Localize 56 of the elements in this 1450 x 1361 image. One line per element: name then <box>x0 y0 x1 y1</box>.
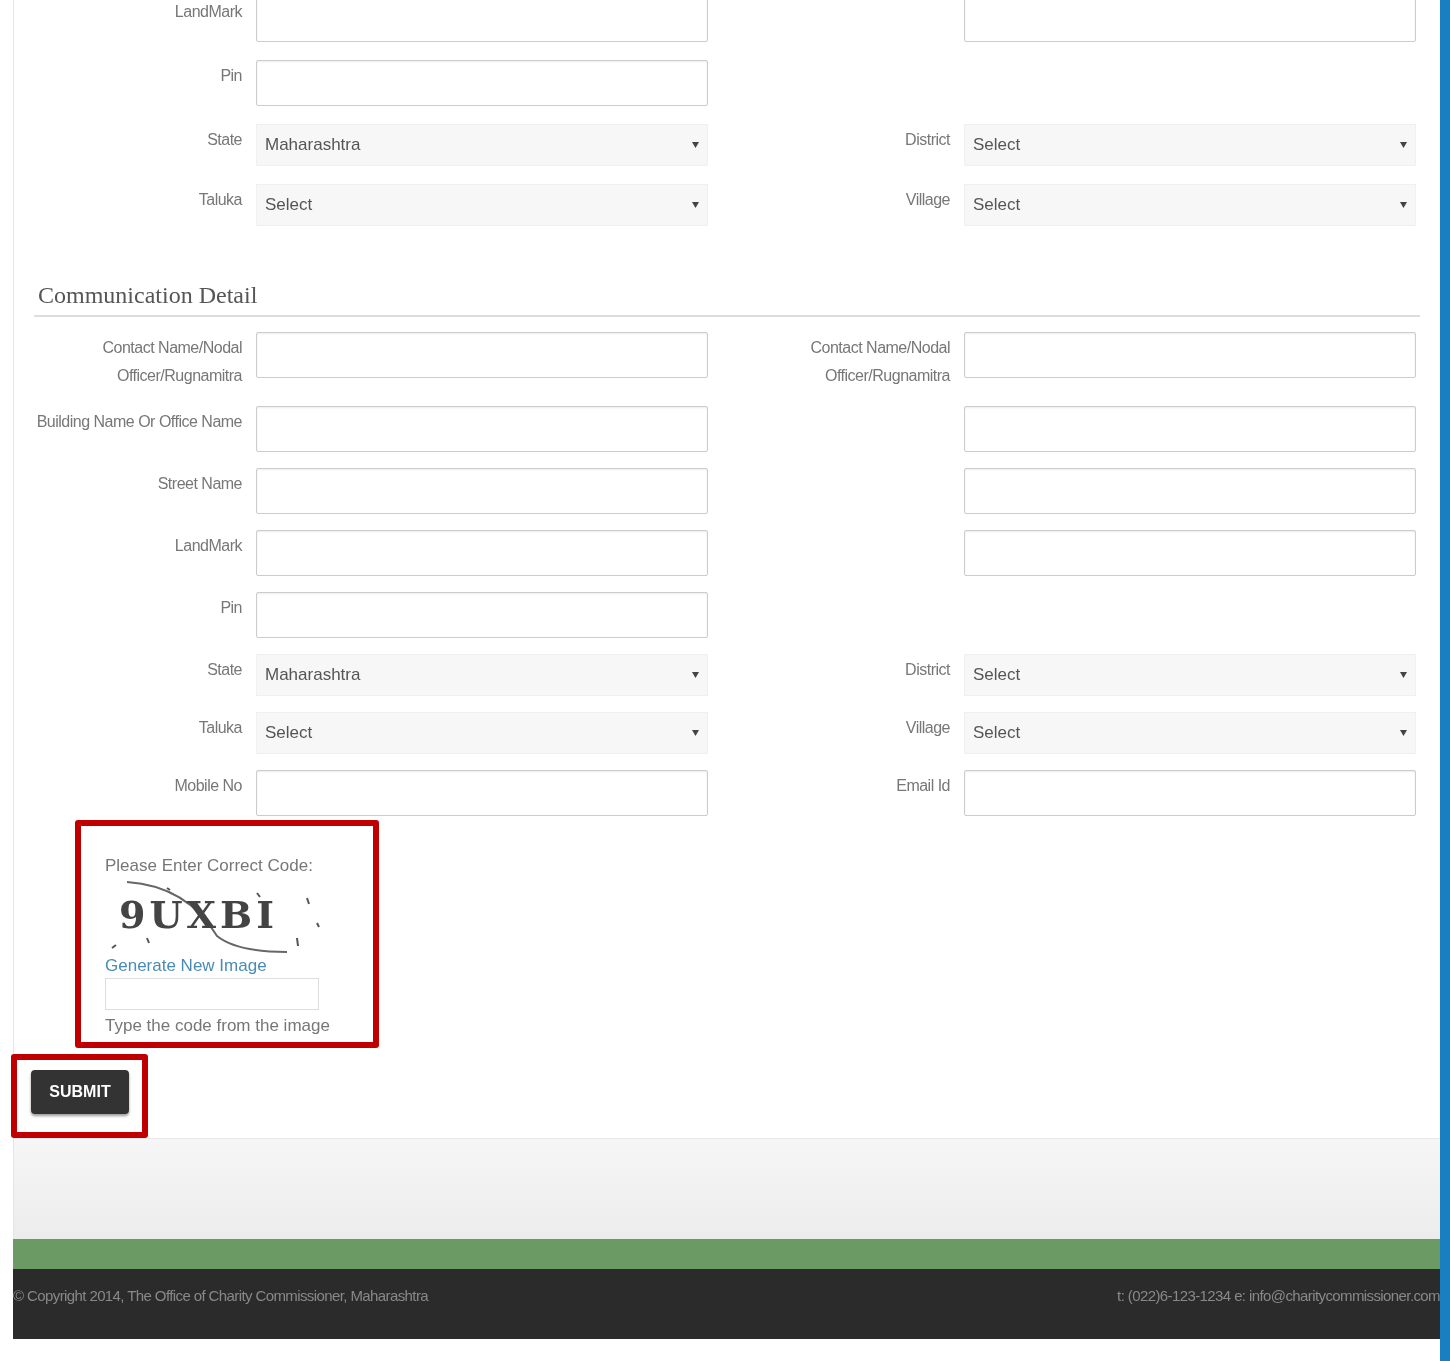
field-label: Village <box>904 190 950 210</box>
input-field[interactable] <box>964 0 1416 42</box>
caret-icon <box>692 730 699 736</box>
copyright-text: © Copyright 2014, The Office of Charity Commissioner, Maharashtra <box>13 1287 429 1306</box>
input-field[interactable] <box>964 332 1416 378</box>
input-field[interactable] <box>964 468 1416 514</box>
input-field[interactable] <box>256 592 708 638</box>
caret-icon <box>692 672 699 678</box>
field-label: Pin <box>219 66 242 86</box>
caret-icon <box>692 142 699 148</box>
caret-icon <box>1400 730 1407 736</box>
caret-icon <box>692 202 699 208</box>
input-field[interactable] <box>964 406 1416 452</box>
field-label: LandMark <box>173 536 242 556</box>
caret-icon <box>1400 142 1407 148</box>
caret-icon <box>1400 202 1407 208</box>
field-label: District <box>904 130 950 150</box>
field-label: Street Name <box>156 474 242 494</box>
field-label: Contact Name/Nodal Officer/Rugnamitra <box>809 338 950 386</box>
code-input[interactable] <box>105 978 319 1010</box>
field-label: Village <box>904 718 950 738</box>
captcha-hint: Type the code from the image <box>105 1016 331 1036</box>
input-field[interactable] <box>256 406 708 452</box>
submit-button[interactable]: SUBMIT <box>31 1070 129 1114</box>
input-field[interactable] <box>256 530 708 576</box>
dropdown[interactable]: Select <box>964 184 1416 226</box>
caret-icon <box>1400 672 1407 678</box>
contact-text: t: (022)6-123-1234 e: info@charitycommissioner.com <box>1117 1287 1440 1306</box>
field-label: Email Id <box>895 776 950 796</box>
dropdown[interactable]: Select <box>256 712 708 754</box>
field-label: State <box>206 660 242 680</box>
input-field[interactable] <box>964 770 1416 816</box>
generate-link[interactable]: Generate New Image <box>105 956 267 976</box>
field-label: Pin <box>219 598 242 618</box>
input-field[interactable] <box>256 770 708 816</box>
field-label: State <box>206 130 242 150</box>
field-label: Taluka <box>197 190 242 210</box>
field-label: Building Name Or Office Name <box>35 412 242 432</box>
field-label: Mobile No <box>173 776 242 796</box>
input-field[interactable] <box>256 0 708 42</box>
input-field[interactable] <box>256 468 708 514</box>
dropdown[interactable]: Maharashtra <box>256 124 708 166</box>
section-title: Communication Detail <box>38 282 259 309</box>
captcha-prompt: Please Enter Correct Code: <box>105 856 314 876</box>
input-field[interactable] <box>964 530 1416 576</box>
field-label: LandMark <box>173 2 242 22</box>
input-field[interactable] <box>256 60 708 106</box>
dropdown[interactable]: Maharashtra <box>256 654 708 696</box>
dropdown[interactable]: Select <box>964 712 1416 754</box>
field-label: District <box>904 660 950 680</box>
field-label: Taluka <box>197 718 242 738</box>
dropdown[interactable]: Select <box>256 184 708 226</box>
dropdown[interactable]: Select <box>964 654 1416 696</box>
dropdown[interactable]: Select <box>964 124 1416 166</box>
field-label: Contact Name/Nodal Officer/Rugnamitra <box>101 338 242 386</box>
input-field[interactable] <box>256 332 708 378</box>
